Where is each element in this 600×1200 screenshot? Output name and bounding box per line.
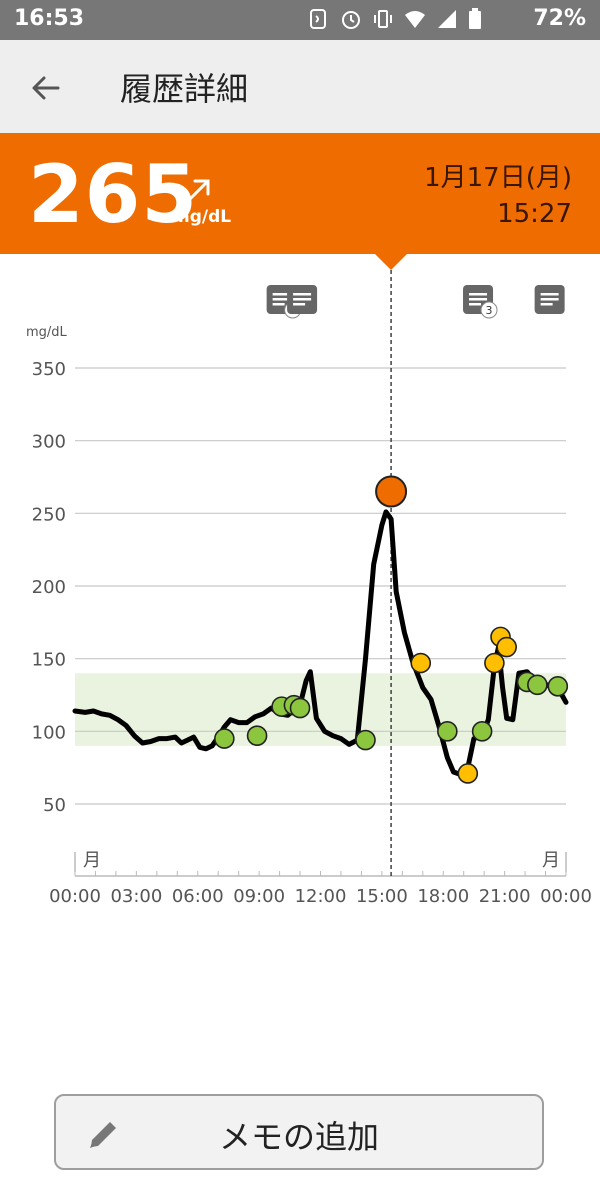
status-icons: [308, 8, 482, 30]
y-tick-label: 300: [32, 432, 66, 453]
battery-icon: [469, 8, 481, 29]
note-icon-line: [540, 303, 553, 306]
y-tick-label: 100: [32, 722, 66, 743]
x-tick-label: 12:00: [295, 886, 347, 907]
nfc-icon: [310, 9, 326, 29]
y-tick-label: 250: [32, 504, 66, 525]
day-label-end: 月: [542, 850, 560, 871]
add-memo-button[interactable]: メモの追加: [54, 1094, 544, 1170]
reading-point: [547, 675, 569, 697]
back-arrow-icon: [32, 76, 60, 100]
reading-point: [471, 721, 493, 742]
note-icon-line: [293, 303, 306, 306]
note-icon[interactable]: [534, 285, 565, 314]
signal-icon: [438, 10, 456, 28]
x-tick-label: 06:00: [172, 886, 224, 907]
note-icon-line: [293, 298, 312, 301]
selected-reading-point: [375, 475, 408, 508]
glucose-history-chart[interactable]: 50 100 150 200 250 300 350 mg/dL 月 月 00:00 03:00 06:…: [0, 270, 600, 920]
x-tick-label: 09:00: [233, 886, 285, 907]
y-unit-label: mg/dL: [26, 325, 68, 340]
status-time: 16:53: [14, 6, 85, 31]
battery-percent: 72%: [533, 6, 586, 31]
app-bar: 履歴詳細: [0, 40, 600, 133]
note-icon-line: [469, 303, 482, 306]
reading-time: 15:27: [497, 199, 572, 229]
x-tick-label: 00:00: [49, 886, 101, 907]
reading-point: [289, 697, 311, 719]
alarm-icon: [342, 11, 360, 29]
wifi-icon: [405, 11, 425, 28]
y-tick-label: 50: [43, 795, 66, 816]
reading-date: 1月17日(月): [424, 163, 572, 193]
reading-point: [410, 652, 432, 674]
vibrate-icon: [374, 10, 392, 28]
note-icon[interactable]: 3: [463, 285, 498, 319]
reading-point: [437, 721, 458, 742]
reading-banner: 265 mg/dL 1月17日(月) 15:27: [0, 133, 600, 254]
y-tick-label: 200: [32, 577, 66, 598]
note-count: 3: [486, 304, 493, 317]
reading-point: [355, 729, 376, 751]
note-icon-line: [469, 293, 488, 296]
reading-point: [457, 763, 479, 784]
note-icon-line: [540, 298, 559, 301]
glucose-unit: mg/dL: [172, 207, 232, 227]
day-label-start: 月: [83, 850, 101, 871]
trend-up-right-icon: [188, 179, 210, 201]
reading-pointer: [375, 254, 407, 270]
note-icon-line: [293, 293, 312, 296]
note-icon[interactable]: [287, 285, 318, 314]
reading-point: [496, 636, 517, 658]
reading-point: [484, 652, 505, 674]
x-tick-label: 15:00: [356, 886, 408, 907]
x-tick-label: 00:00: [540, 886, 592, 907]
note-icon-line: [469, 298, 488, 301]
x-tick-label: 03:00: [110, 886, 162, 907]
note-icon-line: [272, 303, 285, 306]
add-memo-label: メモの追加: [218, 1118, 379, 1156]
x-tick-label: 18:00: [417, 886, 469, 907]
reading-point: [246, 725, 268, 746]
status-bar: 16:53 72%: [0, 0, 600, 40]
reading-point: [527, 674, 548, 696]
back-button[interactable]: [24, 68, 68, 108]
reading-point: [214, 728, 235, 749]
y-tick-label: 350: [32, 359, 66, 380]
x-tick-label: 21:00: [479, 886, 531, 907]
page-title: 履歴詳細: [120, 70, 249, 108]
glucose-value: 265: [28, 148, 198, 241]
note-icon-line: [540, 293, 559, 296]
y-tick-label: 150: [32, 650, 66, 671]
